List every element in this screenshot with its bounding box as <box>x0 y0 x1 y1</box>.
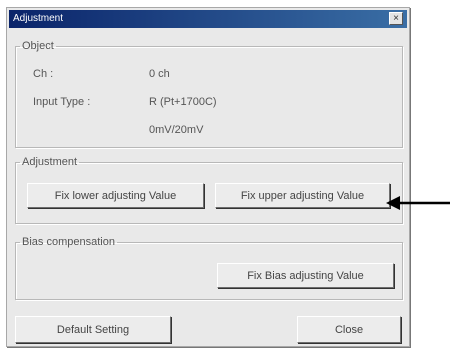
default-setting-label: Default Setting <box>56 323 130 336</box>
title-bar: Adjustment × <box>9 10 407 28</box>
input-type-label: Input Type : <box>33 96 91 108</box>
bias-group-legend: Bias compensation <box>22 236 115 248</box>
fix-upper-label: Fix upper adjusting Value <box>240 189 365 202</box>
range-value: 0mV/20mV <box>149 124 204 136</box>
adjustment-dialog: Adjustment × Object Ch : 0 ch Input Type… <box>6 7 410 347</box>
ch-label: Ch : <box>33 68 54 80</box>
default-setting-button[interactable]: Default Setting <box>15 316 171 343</box>
fix-lower-label: Fix lower adjusting Value <box>54 189 177 202</box>
object-group: Object <box>15 40 403 148</box>
ch-value: 0 ch <box>149 68 170 80</box>
adjustment-group-legend: Adjustment <box>22 156 78 168</box>
fix-lower-button[interactable]: Fix lower adjusting Value <box>27 183 204 208</box>
close-button[interactable]: Close <box>297 316 401 343</box>
fix-bias-label: Fix Bias adjusting Value <box>247 269 364 282</box>
close-label: Close <box>334 323 364 336</box>
window-close-button[interactable]: × <box>389 12 403 25</box>
arrow-pointer-icon <box>386 196 450 210</box>
fix-bias-button[interactable]: Fix Bias adjusting Value <box>217 263 394 288</box>
fix-upper-button[interactable]: Fix upper adjusting Value <box>215 183 390 208</box>
input-type-value: R (Pt+1700C) <box>149 96 217 108</box>
close-icon: × <box>393 13 399 24</box>
object-group-legend: Object <box>22 40 54 52</box>
window-title: Adjustment <box>13 13 64 24</box>
